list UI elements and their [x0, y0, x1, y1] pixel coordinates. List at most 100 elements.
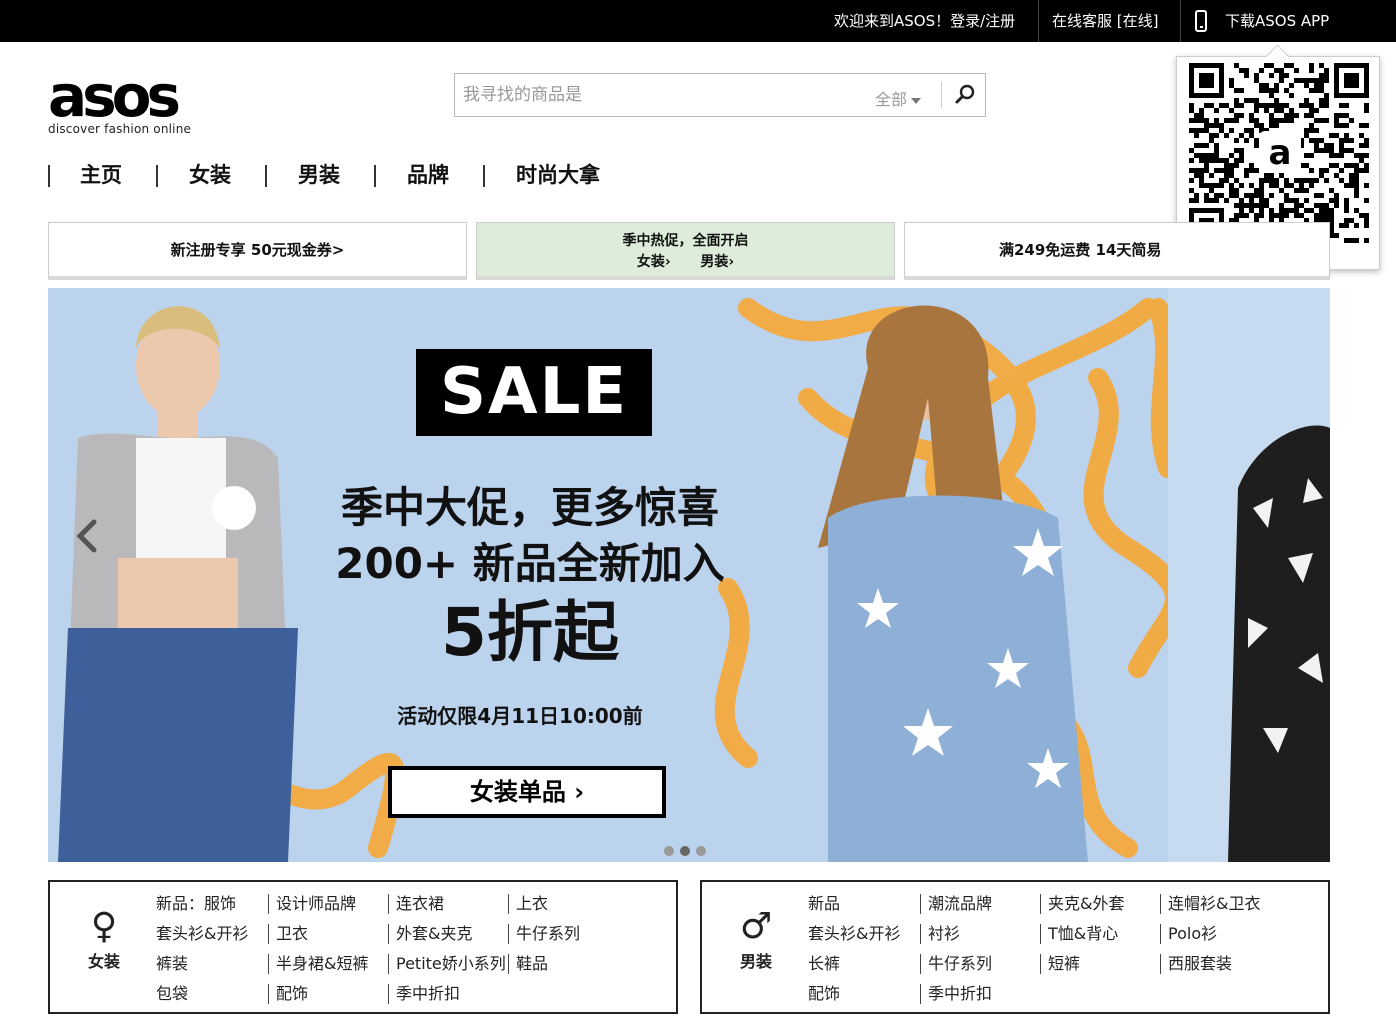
women-link[interactable]: 连衣裙: [396, 893, 444, 915]
nav-divider: [374, 165, 376, 187]
logo-tagline: discover fashion online: [48, 122, 192, 136]
divider: [268, 954, 269, 974]
promo-text: 新注册专享 50元现金券>: [170, 241, 345, 259]
women-link[interactable]: 上衣: [516, 893, 548, 915]
carousel-dot-active[interactable]: [680, 846, 690, 856]
men-link[interactable]: 夹克&外套: [1048, 893, 1124, 915]
divider: [1160, 924, 1161, 944]
carousel-dot[interactable]: [664, 846, 674, 856]
women-link[interactable]: 套头衫&开衫: [156, 923, 248, 945]
men-link[interactable]: 连帽衫&卫衣: [1168, 893, 1260, 915]
men-link[interactable]: 新品: [808, 893, 840, 915]
female-icon: ♀: [90, 906, 118, 947]
women-link[interactable]: 设计师品牌: [276, 893, 356, 915]
male-icon: ♂: [739, 906, 773, 947]
nav-item-influencers[interactable]: 时尚大拿: [516, 160, 600, 190]
women-category-box: ♀ 女装 新品：服饰 设计师品牌 连衣裙 上衣 套头衫&开衫 卫衣 外套&夹克 …: [48, 880, 678, 1014]
divider: [920, 894, 921, 914]
divider: [1040, 924, 1041, 944]
download-app-label: 下载ASOS APP: [1225, 12, 1330, 30]
model-center: [818, 305, 1088, 862]
carousel-dots: [664, 841, 712, 860]
men-link[interactable]: Polo衫: [1168, 923, 1217, 945]
search-input[interactable]: [455, 74, 865, 116]
divider: [941, 82, 942, 108]
chevron-down-icon: [911, 97, 922, 104]
promo-free-shipping[interactable]: 满249免运费 14天简易: [904, 222, 1330, 280]
asos-logo[interactable]: asos discover fashion online: [48, 62, 192, 136]
men-link[interactable]: 衬衫: [928, 923, 960, 945]
divider: [388, 924, 389, 944]
divider: [508, 894, 509, 914]
divider: [388, 954, 389, 974]
promo-link-men[interactable]: 男装›: [700, 254, 734, 270]
divider: [268, 984, 269, 1004]
divider: [920, 924, 921, 944]
men-link[interactable]: 潮流品牌: [928, 893, 992, 915]
men-link[interactable]: 长裤: [808, 953, 840, 975]
sale-badge: SALE: [416, 349, 652, 436]
chevron-left-icon[interactable]: [72, 518, 100, 554]
men-link[interactable]: 牛仔系列: [928, 953, 992, 975]
download-app-button[interactable]: 下载ASOS APP: [1180, 0, 1348, 42]
women-heading[interactable]: ♀ 女装: [84, 906, 124, 972]
logo-word: asos: [48, 62, 181, 130]
top-bar: 欢迎来到ASOS！登录/注册 在线客服 [在线] 下载ASOS APP: [0, 0, 1396, 42]
promo-new-member[interactable]: 新注册专享 50元现金券>: [48, 222, 467, 280]
divider: [388, 984, 389, 1004]
shop-women-button[interactable]: 女装单品 ›: [388, 766, 666, 818]
women-link[interactable]: 新品：服饰: [156, 893, 236, 915]
divider: [1038, 0, 1039, 42]
men-link[interactable]: 季中折扣: [928, 983, 992, 1005]
nav-item-men[interactable]: 男装: [298, 160, 340, 190]
divider: [508, 924, 509, 944]
divider: [268, 924, 269, 944]
search-button[interactable]: [951, 82, 979, 108]
divider: [1160, 954, 1161, 974]
women-link[interactable]: 半身裙&短裤: [276, 953, 368, 975]
men-link[interactable]: 短裤: [1048, 953, 1080, 975]
divider: [388, 894, 389, 914]
banner-subheadline: 200+ 新品全新加入: [335, 539, 725, 588]
phone-icon: [1195, 10, 1207, 32]
women-link[interactable]: 牛仔系列: [516, 923, 580, 945]
men-link[interactable]: T恤&背心: [1048, 923, 1118, 945]
women-link[interactable]: Petite娇小系列: [396, 953, 506, 975]
nav-item-brands[interactable]: 品牌: [407, 160, 449, 190]
online-support-link[interactable]: 在线客服 [在线]: [1052, 0, 1158, 42]
search-scope-select[interactable]: 全部: [875, 86, 922, 110]
nav-divider: [483, 165, 485, 187]
men-category-box: ♂ 男装 新品 潮流品牌 夹克&外套 连帽衫&卫衣 套头衫&开衫 衬衫 T恤&背…: [700, 880, 1330, 1014]
qr-code: a: [1189, 63, 1369, 243]
nav-item-home[interactable]: 主页: [80, 160, 122, 190]
promo-text: 季中热促，全面开启: [622, 233, 749, 249]
divider: [920, 954, 921, 974]
women-link[interactable]: 裤装: [156, 953, 188, 975]
men-link[interactable]: 套头衫&开衫: [808, 923, 900, 945]
women-link[interactable]: 外套&夹克: [396, 923, 472, 945]
login-register-link[interactable]: 欢迎来到ASOS！登录/注册: [834, 0, 1015, 42]
banner-discount: 5折起: [441, 594, 619, 671]
women-link[interactable]: 包袋: [156, 983, 188, 1005]
men-link[interactable]: 西服套装: [1168, 953, 1232, 975]
nav-item-women[interactable]: 女装: [189, 160, 231, 190]
search-scope-label: 全部: [875, 90, 908, 109]
women-link[interactable]: 卫衣: [276, 923, 308, 945]
women-link[interactable]: 季中折扣: [396, 983, 460, 1005]
women-link[interactable]: 鞋品: [516, 953, 548, 975]
carousel-dot[interactable]: [696, 846, 706, 856]
women-label: 女装: [87, 952, 120, 971]
banner-headline: 季中大促，更多惊喜: [340, 483, 719, 532]
divider: [1040, 894, 1041, 914]
search-icon: [955, 84, 975, 104]
svg-text:a: a: [1269, 133, 1292, 173]
men-heading[interactable]: ♂ 男装: [736, 906, 776, 972]
divider: [1160, 894, 1161, 914]
promo-link-women[interactable]: 女装›: [637, 254, 671, 270]
model-left: [58, 306, 298, 862]
promo-mid-season: 季中热促，全面开启 女装› 男装›: [476, 222, 895, 280]
divider: [1040, 954, 1041, 974]
women-link[interactable]: 配饰: [276, 983, 308, 1005]
banner-deadline: 活动仅限4月11日10:00前: [397, 704, 643, 728]
men-link[interactable]: 配饰: [808, 983, 840, 1005]
